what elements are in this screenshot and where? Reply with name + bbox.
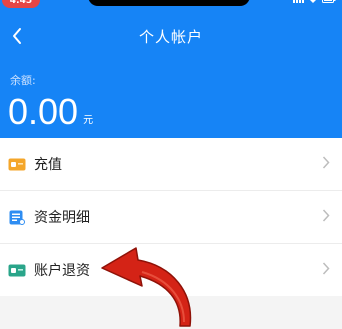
menu-item-recharge[interactable]: 充值: [0, 138, 342, 191]
balance-amount: 0.00: [8, 91, 79, 132]
menu-item-account-refund[interactable]: 账户退资: [0, 244, 342, 296]
battery-icon: [322, 0, 336, 3]
status-icons: [293, 0, 336, 3]
menu-item-label: 充值: [34, 157, 62, 173]
chevron-right-icon: [322, 261, 330, 280]
wifi-icon: [310, 0, 316, 3]
menu-item-label: 账户退资: [34, 263, 90, 279]
screen: 4:45 个人帐户 余额: 0.00 元 充值 资金明细 账户退资: [0, 0, 342, 329]
fund-details-icon: [8, 210, 26, 225]
chevron-right-icon: [322, 208, 330, 227]
account-refund-icon: [8, 263, 26, 277]
device-notch: [88, 0, 250, 6]
balance-unit: 元: [83, 115, 94, 126]
chevron-right-icon: [322, 155, 330, 174]
signal-icon: [293, 0, 304, 3]
account-menu: 充值 资金明细 账户退资: [0, 138, 342, 296]
status-time: 4:45: [2, 0, 40, 8]
balance-label: 余额:: [10, 74, 36, 87]
balance-row: 0.00 元: [8, 92, 93, 132]
header-bar: 4:45 个人帐户 余额: 0.00 元: [0, 0, 342, 144]
menu-item-label: 资金明细: [34, 210, 90, 226]
menu-item-fund-details[interactable]: 资金明细: [0, 191, 342, 244]
recharge-card-icon: [8, 157, 26, 171]
page-title: 个人帐户: [138, 28, 203, 46]
